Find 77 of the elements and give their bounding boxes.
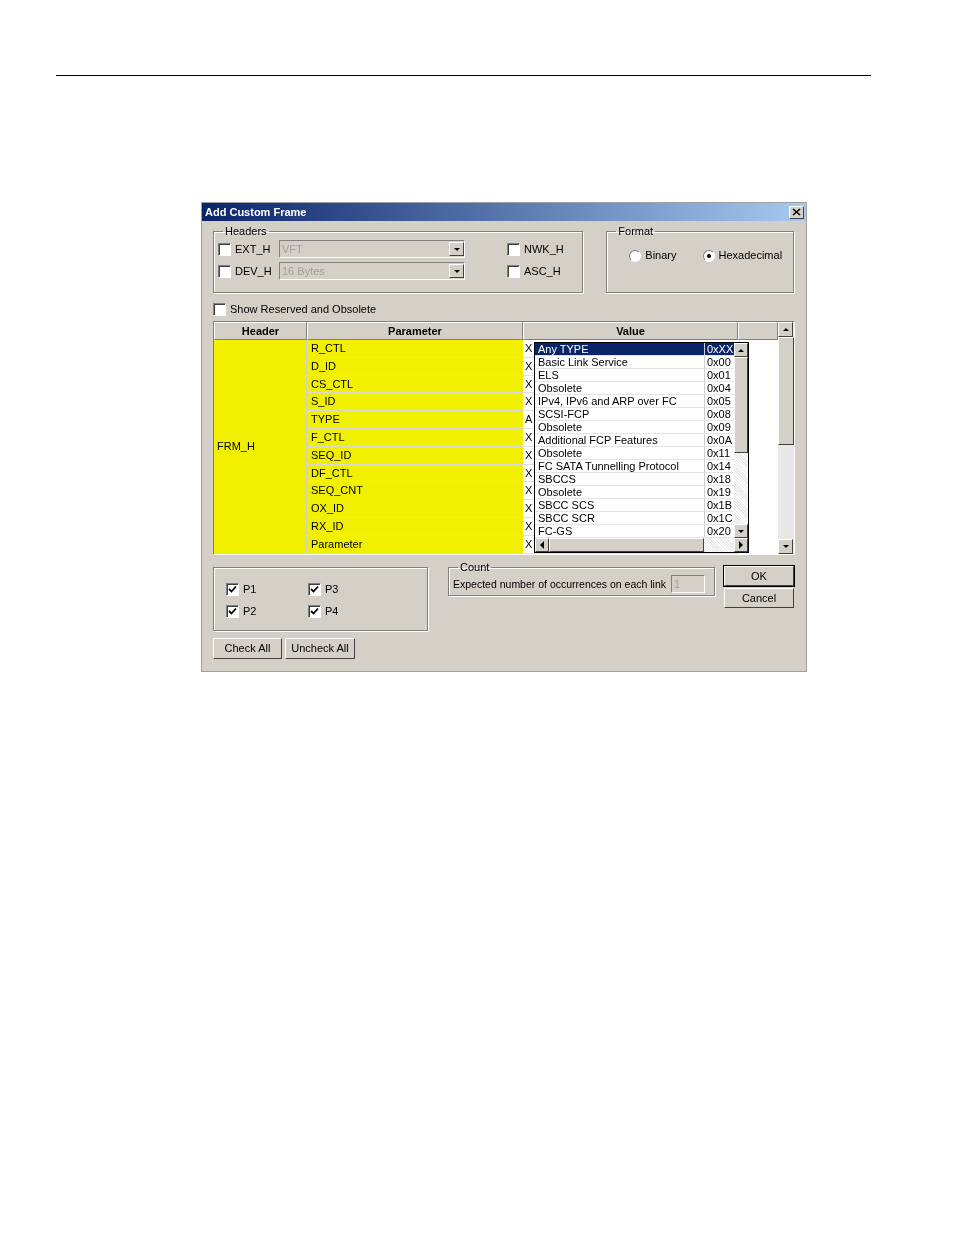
close-icon (792, 208, 801, 216)
list-item[interactable]: Obsolete 0x11 (535, 447, 734, 460)
list-item[interactable]: SBCC SCR 0x1C (535, 512, 734, 525)
checkbox[interactable] (226, 604, 239, 618)
radio-button[interactable] (702, 249, 715, 262)
column-header[interactable]: Parameter (307, 322, 523, 340)
list-item[interactable]: Basic Link Service 0x00 (535, 356, 734, 369)
list-item[interactable]: Any TYPE 0xXX (535, 343, 734, 356)
table-cell: SEQ_CNT (307, 482, 523, 501)
checkbox[interactable] (308, 604, 321, 618)
list-item[interactable]: Obsolete 0x19 (535, 486, 734, 499)
caret-icon (540, 541, 544, 549)
scrollbar[interactable] (734, 343, 748, 538)
scrollbar[interactable] (778, 322, 794, 554)
scrollbar-thumb[interactable] (778, 337, 794, 445)
caret-icon (452, 246, 461, 252)
close-button[interactable] (789, 205, 804, 219)
checkmark-icon (228, 585, 237, 593)
ok-button[interactable]: OK (724, 566, 794, 586)
checkbox-label: P1 (243, 582, 257, 596)
table-cell: TYPE (307, 411, 523, 429)
scroll-up-button[interactable] (778, 322, 794, 337)
list-item[interactable]: SBCCS 0x18 (535, 473, 734, 486)
column-header[interactable]: Value (523, 322, 738, 340)
table-cell: R_CTL (307, 340, 523, 358)
group-label: Headers (224, 226, 268, 237)
list-item[interactable]: Additional FCP Features 0x0A (535, 434, 734, 447)
group-label: Count (459, 562, 491, 573)
caret-icon (781, 544, 790, 549)
uncheck-all-button[interactable]: Uncheck All (285, 638, 355, 659)
list-item[interactable]: ELS 0x01 (535, 369, 734, 382)
table-cell: S_ID (307, 393, 523, 412)
count-label: Expected number of occurrences on each link (453, 577, 667, 591)
cancel-button[interactable]: Cancel (724, 588, 794, 608)
group-label: Format (617, 226, 655, 237)
scroll-left-button[interactable] (535, 538, 549, 552)
checkbox-label: P3 (325, 582, 339, 596)
list-item[interactable]: SCSI-FCP 0x08 (535, 408, 734, 421)
caret-icon (781, 327, 790, 332)
scroll-right-button[interactable] (734, 538, 748, 552)
checkbox[interactable] (308, 582, 321, 596)
list-item[interactable]: Obsolete 0x09 (535, 421, 734, 434)
scroll-down-button[interactable] (734, 524, 748, 538)
radio-label: Hexadecimal (718, 249, 783, 262)
radio-button[interactable] (629, 249, 642, 262)
checkbox-label: P4 (325, 604, 339, 618)
radio-dot-icon (706, 253, 711, 258)
scrollbar-thumb[interactable] (549, 538, 704, 552)
checkbox-label: P2 (243, 604, 257, 618)
table-cell: FRM_H (214, 340, 307, 554)
checkbox[interactable] (507, 242, 520, 256)
checkmark-icon (310, 607, 319, 615)
caret-icon (452, 268, 461, 274)
scroll-up-button[interactable] (734, 343, 748, 357)
checkbox[interactable] (213, 303, 226, 316)
checkbox-label: EXT_H (235, 242, 272, 256)
checkmark-icon (228, 607, 237, 615)
checkbox[interactable] (226, 582, 239, 596)
list-item[interactable]: FC SATA Tunnelling Protocol 0x14 (535, 460, 734, 473)
checkbox-label: Show Reserved and Obsolete (230, 303, 377, 316)
checkbox-label: ASC_H (524, 264, 562, 278)
scrollbar-thumb[interactable] (734, 357, 748, 453)
checkbox-label: DEV_H (235, 264, 273, 278)
list-item[interactable]: SBCC SCS 0x1B (535, 499, 734, 512)
checkbox-label: NWK_H (524, 242, 565, 256)
list-item[interactable]: Obsolete 0x04 (535, 382, 734, 395)
window-title: Add Custom Frame (205, 205, 307, 219)
column-header[interactable]: Header (214, 322, 307, 340)
table-cell: OX_ID (307, 500, 523, 518)
checkmark-icon (310, 585, 319, 593)
scrollbar[interactable] (535, 538, 748, 552)
checkbox[interactable] (507, 264, 520, 278)
check-all-button[interactable]: Check All (213, 638, 282, 659)
radio-label: Binary (645, 249, 677, 262)
list-item[interactable]: IPv4, IPv6 and ARP over FC 0x05 (535, 395, 734, 408)
caret-icon (737, 347, 745, 353)
scroll-down-button[interactable] (778, 539, 794, 554)
